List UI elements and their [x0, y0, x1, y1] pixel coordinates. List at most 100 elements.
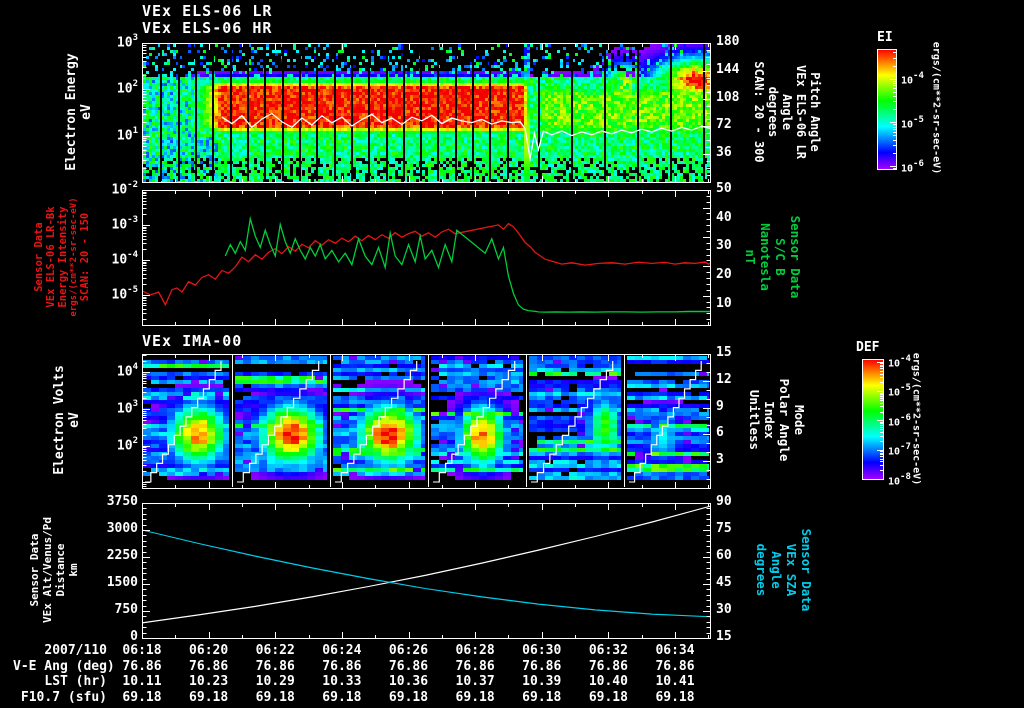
table-row-label: LST (hr) [44, 674, 107, 689]
colorbar-tick-label: 10-8 [888, 472, 911, 488]
table-cell: 76.86 [388, 658, 429, 674]
colorbar-tick-label: 10-7 [888, 442, 911, 458]
axis-label-line: ergs/(cm**2-sr-sec-eV) [69, 197, 79, 317]
table-cell: 10.39 [522, 674, 562, 689]
table-cell: 76.86 [455, 658, 495, 674]
axis-label-line: VEx ELS-06 LR [794, 65, 808, 159]
colorbar-tick-label: 10-4 [901, 70, 924, 87]
axis-label-line: Distance [54, 543, 67, 597]
time-tick-label: 06:32 [588, 643, 628, 658]
table-cell: 76.86 [189, 658, 229, 674]
axis-label-stack: Sensor Data VEx ELS-06 LR-Bk Energy Intens… [33, 197, 91, 316]
table-cell: 69.18 [322, 689, 362, 705]
y-tick-label: 10-2 [111, 180, 139, 198]
table-row-label: F10.7 (sfu) [20, 689, 107, 705]
y-tick-label: 15 [716, 345, 732, 360]
colorbar-tick-label: 10-6 [901, 158, 924, 175]
axis-label-stack: Sensor Data VEx SZA Angle degrees [754, 529, 814, 612]
axis-label-line: Polar Angle [777, 378, 792, 462]
axis-label-stack: Mode Polar Angle Index Unitless [747, 379, 807, 462]
vex-multipanel-quicklook: VEx ELS-06 LR VEx ELS-06 HR VEx IMA-00 E… [0, 0, 1024, 708]
axis-label-stack: Electron Energy eV [64, 53, 94, 170]
time-tick-label: 06:34 [655, 643, 695, 658]
axis-label-line: Energy Intensity [57, 206, 69, 308]
y-tick-label: 103 [116, 399, 138, 417]
table-cell: 69.18 [122, 689, 162, 705]
date-label: 2007/110 [44, 643, 107, 658]
y-tick-label: 104 [116, 362, 138, 380]
axis-label-line: Nanotesla [758, 223, 773, 291]
colorbar3-title: DEF [856, 340, 880, 355]
axis-label-stack: Electron Volts eV [52, 365, 82, 475]
table-cell: 10.33 [322, 674, 362, 689]
axis-label-stack: ergs/(cm**2-sr-sec-eV) [931, 42, 942, 174]
table-cell: 10.11 [122, 674, 162, 689]
time-tick-label: 06:30 [522, 643, 562, 658]
axis-label-line: km [67, 563, 80, 577]
y-tick-label: 10 [716, 295, 732, 311]
table-cell: 76.86 [122, 658, 162, 674]
y-tick-label: 0 [130, 629, 138, 644]
altitude-sza-canvas [142, 503, 711, 639]
axis-label-line: ergs/(cm**2-sr-sec-eV) [930, 41, 942, 175]
colorbar-tick-label: 10-5 [901, 114, 924, 131]
y-tick-label: 10-5 [111, 284, 139, 303]
y-tick-label: 750 [114, 602, 138, 617]
table-cell: 69.18 [388, 689, 429, 705]
axis-label-line: SCAN: 20 - 150 [79, 212, 91, 302]
axis-label-line: Electron Energy [64, 53, 79, 171]
axis-label-line: Angle [780, 93, 794, 131]
table-cell: 76.86 [655, 658, 695, 674]
axis-label-line: Pitch Angle [808, 72, 822, 152]
axis-label-line: degrees [766, 86, 780, 138]
table-row-label: V-E Ang (deg) [13, 658, 115, 674]
y-tick-label: 50 [716, 181, 732, 196]
axis-label-line: VEx SZA [784, 543, 799, 597]
axis-label-line: Electron Volts [52, 365, 67, 475]
time-tick-label: 06:22 [255, 643, 295, 658]
table-cell: 69.18 [189, 689, 229, 705]
axis-label-line: nT [743, 249, 758, 265]
y-tick-label: 15 [716, 629, 732, 644]
table-cell: 69.18 [588, 689, 628, 705]
y-tick-label: 10-4 [111, 249, 139, 268]
y-tick-label: 103 [116, 33, 138, 51]
panel1-title-line2: VEx ELS-06 HR [142, 19, 273, 37]
time-tick-label: 06:28 [455, 643, 495, 658]
axis-label-stack: Sensor Data VEx Alt/Venus/Pd Distance km [28, 517, 80, 623]
axis-label-line: S/C B [773, 238, 788, 276]
table-cell: 69.18 [655, 689, 695, 705]
table-cell: 76.86 [588, 658, 628, 674]
table-cell: 76.86 [255, 658, 295, 674]
y-tick-label: 10-3 [111, 214, 139, 233]
table-cell: 69.18 [522, 689, 562, 705]
table-cell: 69.18 [455, 689, 495, 705]
colorbar1-ei [877, 49, 897, 170]
axis-label-line: VEx Alt/Venus/Pd [41, 517, 54, 623]
table-cell: 76.86 [322, 658, 362, 674]
time-tick-label: 06:18 [122, 643, 162, 658]
table-cell: 10.23 [189, 674, 229, 689]
axis-label-line: Unitless [747, 389, 762, 451]
table-cell: 10.37 [455, 674, 495, 689]
axis-label-line: VEx ELS-06 LR-Bk [45, 206, 57, 308]
panel3-title: VEx IMA-00 [142, 332, 243, 350]
axis-label-line: Sensor Data [799, 528, 814, 612]
axis-label-line: Index [762, 401, 777, 439]
axis-label-line: Sensor Data [33, 222, 45, 292]
ima-spectrogram-canvas [142, 354, 711, 489]
y-tick-label: 90 [716, 494, 732, 509]
colorbar-tick-label: 10-6 [888, 412, 911, 429]
colorbar3-def [862, 359, 884, 480]
table-cell: 10.29 [255, 674, 295, 689]
intensity-bfield-canvas [142, 190, 711, 326]
colorbar1-title: EI [877, 30, 893, 45]
panel1-title-line1: VEx ELS-06 LR [142, 2, 273, 20]
y-tick-label: 3000 [106, 521, 138, 536]
time-tick-label: 06:26 [388, 643, 429, 658]
axis-label-line: eV [79, 104, 94, 120]
time-tick-label: 06:24 [322, 643, 362, 658]
table-cell: 76.86 [522, 658, 562, 674]
colorbar-tick-label: 10-4 [888, 353, 911, 370]
colorbar-tick-label: 10-5 [888, 383, 911, 399]
